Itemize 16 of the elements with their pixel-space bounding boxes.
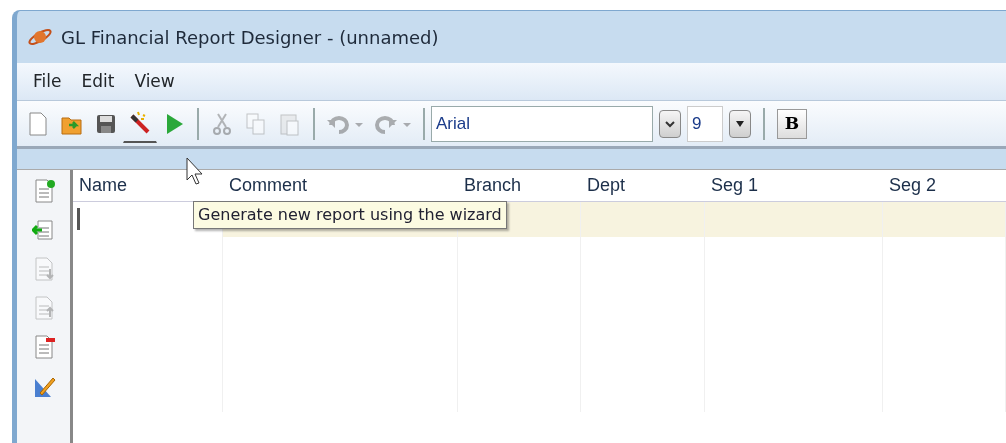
font-field[interactable]: Arial	[431, 105, 653, 142]
dropdown-button[interactable]	[729, 109, 751, 138]
bold-button[interactable]: B	[777, 108, 807, 139]
magic-wand-icon[interactable]	[128, 110, 152, 136]
menu-item[interactable]: Edit	[71, 68, 125, 95]
menu-item[interactable]: File	[23, 68, 72, 95]
caret-icon	[665, 119, 675, 128]
tooltip: Generate new report using the wizard	[193, 201, 507, 229]
caret-icon	[735, 119, 745, 128]
text-cursor	[77, 208, 80, 230]
planet-icon	[27, 26, 53, 48]
menu-item[interactable]: View	[124, 68, 185, 95]
window-title: GL Financial Report Designer - (unnamed)	[61, 25, 439, 50]
dropdown-button[interactable]	[659, 109, 681, 138]
font-size-field[interactable]: 9	[687, 105, 723, 142]
new-document-icon[interactable]	[26, 110, 50, 137]
